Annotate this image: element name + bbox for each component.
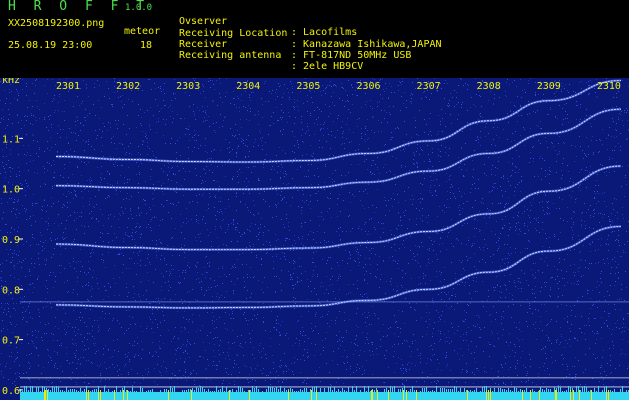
y-tick-label: 0.8 [2, 285, 20, 296]
station-info: Ovserver : Lacofilms Receiving Location … [179, 5, 442, 72]
info-value: : 2ele HB9CV [291, 61, 364, 72]
app-version: 1.0.0 [125, 3, 153, 13]
x-tick-label: 2305 [296, 81, 320, 92]
x-tick-label: 2308 [477, 81, 501, 92]
info-row-antenna: Receiving antenna : 2ele HB9CV [179, 39, 363, 83]
spectrogram-background [0, 78, 629, 400]
x-tick-label: 2302 [116, 81, 140, 92]
info-value: : Kanazawa Ishikawa,JAPAN [291, 39, 442, 50]
y-tick-label: 0.9 [2, 235, 20, 246]
x-tick-label: 2310 [597, 81, 621, 92]
y-tick-label: 1.1 [2, 134, 20, 145]
info-value: : Lacofilms [291, 27, 358, 38]
header-panel: H R O F F T 1.0.0 XX2508192300.png meteo… [0, 0, 629, 78]
y-tick-label: 1.0 [2, 185, 20, 196]
y-tick-label: 0.6 [2, 386, 20, 397]
y-tick-label: 0.7 [2, 336, 20, 347]
info-value: : FT-817ND 50MHz USB [291, 50, 412, 61]
datetime: 25.08.19 23:00 [8, 40, 93, 51]
x-tick-label: 2301 [56, 81, 80, 92]
x-tick-label: 2304 [236, 81, 260, 92]
info-label: Receiving antenna [179, 50, 282, 61]
y-axis-unit: kHz [2, 78, 20, 86]
meteor-label: meteor [124, 26, 161, 37]
x-tick-label: 2303 [176, 81, 200, 92]
spectrogram: kHz 1.1 1.0 0.9 0.8 0.7 0.6 2301 2302 2303 2304 230… [0, 78, 629, 400]
file-name: XX2508192300.png [8, 18, 105, 29]
meteor-count: 18 [140, 40, 153, 51]
x-tick-label: 2309 [537, 81, 561, 92]
x-tick-label: 2306 [356, 81, 380, 92]
x-tick-label: 2307 [417, 81, 441, 92]
